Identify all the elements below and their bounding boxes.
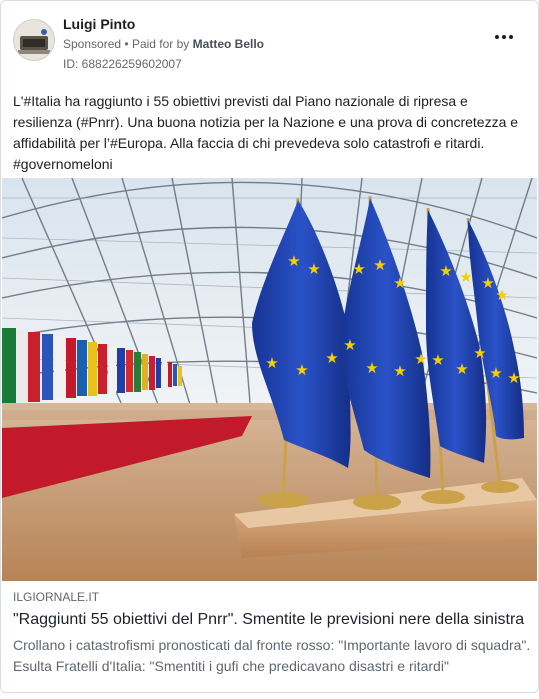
svg-text:★: ★: [507, 369, 520, 387]
sponsored-label: Sponsored: [63, 37, 122, 51]
svg-text:★: ★: [373, 256, 386, 274]
ad-meta: Luigi Pinto Sponsored • Paid for by Matt…: [63, 15, 264, 72]
link-domain: ILGIORNALE.IT: [13, 590, 100, 604]
svg-text:★: ★: [481, 274, 494, 292]
paid-for-prefix: Paid for by: [131, 37, 190, 51]
svg-text:★: ★: [489, 364, 502, 382]
avatar-photo: [14, 20, 54, 60]
ellipsis-icon[interactable]: [494, 27, 514, 47]
link-description: Crollano i catastrofismi pronosticati da…: [13, 637, 531, 674]
eu-flags-photo: ★ ★★ ★★ ★ ★★ ★★ ★ ★ ★ ★★ ★★ ★★★ ★: [2, 178, 537, 581]
svg-text:★: ★: [431, 351, 444, 369]
svg-text:★: ★: [287, 252, 300, 270]
svg-text:★: ★: [439, 262, 452, 280]
avatar[interactable]: [13, 19, 55, 61]
svg-text:★: ★: [365, 359, 378, 377]
ad-card: Luigi Pinto Sponsored • Paid for by Matt…: [0, 0, 539, 693]
svg-text:★: ★: [495, 286, 508, 304]
svg-text:★: ★: [455, 360, 468, 378]
library-id: ID: 688226259602007: [63, 57, 182, 71]
svg-text:★: ★: [459, 268, 472, 286]
sponsored-line: Sponsored • Paid for by Matteo Bello: [63, 35, 264, 53]
post-text: L'#Italia ha raggiunto i 55 obiettivi pr…: [13, 93, 522, 172]
separator-dot: •: [124, 37, 129, 51]
ad-header: Luigi Pinto Sponsored • Paid for by Matt…: [13, 15, 526, 75]
svg-text:★: ★: [352, 260, 365, 278]
svg-text:★: ★: [295, 361, 308, 379]
svg-text:★: ★: [393, 362, 406, 380]
svg-text:★: ★: [473, 344, 486, 362]
link-image[interactable]: ★ ★ ★ ★ ★ ★ ★ ★ ★ ★ ★ ★ ★ ★ ★ ★ ★ ★ ★ ★ ★: [2, 178, 537, 581]
svg-text:★: ★: [343, 336, 356, 354]
svg-text:★: ★: [307, 260, 320, 278]
svg-text:★: ★: [325, 349, 338, 367]
link-footer[interactable]: ILGIORNALE.IT "Raggiunti 55 obiettivi de…: [13, 589, 533, 677]
paid-for-name: Matteo Bello: [192, 37, 264, 51]
svg-text:★: ★: [393, 274, 406, 292]
svg-text:★: ★: [414, 350, 427, 368]
svg-text:★: ★: [265, 354, 278, 372]
link-title[interactable]: "Raggiunti 55 obiettivi del Pnrr". Sment…: [13, 609, 533, 631]
page-name[interactable]: Luigi Pinto: [63, 15, 264, 33]
